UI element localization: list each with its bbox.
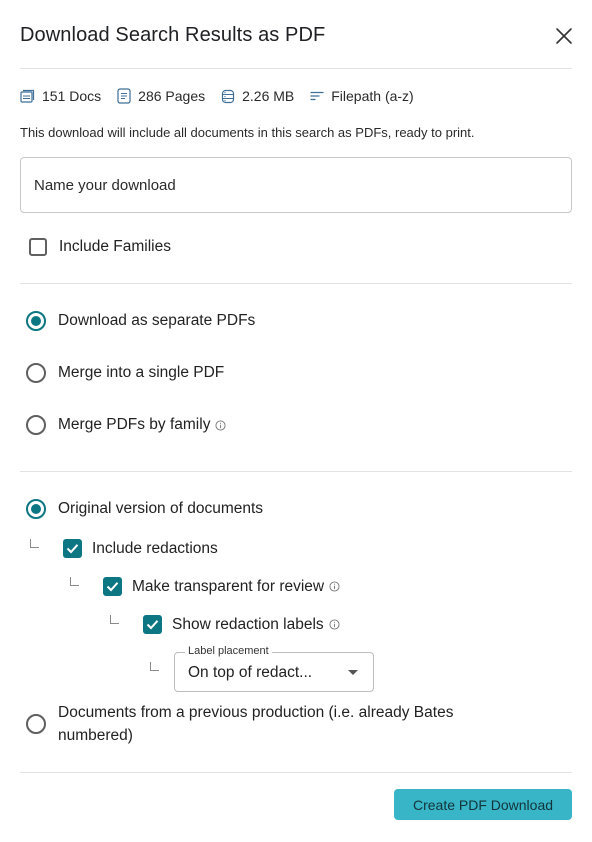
- pages-stat: 286 Pages: [117, 88, 205, 104]
- include-families-label: Include Families: [59, 238, 171, 255]
- header-divider: [20, 68, 572, 69]
- include-redactions-label: Include redactions: [92, 539, 218, 557]
- checkmark-icon: [146, 620, 159, 630]
- separate-pdfs-label: Download as separate PDFs: [58, 312, 256, 329]
- checkmark-icon: [106, 582, 119, 592]
- documents-icon: [20, 89, 35, 103]
- docs-count: 151 Docs: [42, 88, 102, 104]
- tree-connector: [110, 615, 119, 624]
- section-divider-1: [20, 283, 572, 284]
- size-value: 2.26 MB: [242, 88, 295, 104]
- include-redactions-option[interactable]: Include redactions: [63, 539, 218, 558]
- info-icon[interactable]: [329, 581, 340, 592]
- checkmark-icon: [66, 544, 79, 554]
- merge-family-label: Merge PDFs by family: [58, 416, 211, 433]
- page-icon: [117, 88, 131, 104]
- radio-option-merge-single[interactable]: Merge into a single PDF: [26, 363, 224, 383]
- merge-family-radio[interactable]: [26, 415, 46, 435]
- label-placement-legend: Label placement: [185, 645, 272, 657]
- info-icon[interactable]: [215, 419, 226, 431]
- previous-production-radio[interactable]: [26, 714, 46, 734]
- tree-connector: [30, 539, 39, 548]
- stats-bar: 151 Docs 286 Pages 2.26 MB Filepath (a-z…: [20, 86, 430, 106]
- download-name-input[interactable]: [20, 157, 572, 213]
- section-divider-2: [20, 471, 572, 472]
- separate-pdfs-radio[interactable]: [26, 311, 46, 331]
- info-icon[interactable]: [329, 619, 340, 630]
- include-families-option[interactable]: Include Families: [29, 238, 171, 256]
- label-placement-value: On top of redact...: [188, 664, 313, 681]
- show-labels-option[interactable]: Show redaction labels: [143, 615, 340, 634]
- include-families-checkbox[interactable]: [29, 238, 47, 256]
- merge-single-radio[interactable]: [26, 363, 46, 383]
- make-transparent-label: Make transparent for review: [132, 577, 325, 595]
- show-labels-checkbox[interactable]: [143, 615, 162, 634]
- sort-icon: [310, 91, 324, 101]
- database-icon: [222, 89, 235, 103]
- original-version-radio[interactable]: [26, 499, 46, 519]
- show-labels-label: Show redaction labels: [172, 615, 324, 633]
- tree-connector: [70, 577, 79, 586]
- close-button[interactable]: [552, 24, 576, 48]
- tree-connector: [150, 662, 159, 671]
- sort-stat: Filepath (a-z): [310, 88, 414, 104]
- download-description: This download will include all documents…: [20, 125, 475, 140]
- size-stat: 2.26 MB: [221, 88, 294, 104]
- docs-stat: 151 Docs: [20, 88, 101, 104]
- sort-value: Filepath (a-z): [331, 88, 414, 104]
- dropdown-caret-icon: [348, 670, 358, 675]
- label-placement-select[interactable]: Label placement On top of redact...: [174, 645, 374, 692]
- pages-count: 286 Pages: [138, 88, 206, 104]
- make-transparent-option[interactable]: Make transparent for review: [103, 577, 340, 596]
- radio-option-original-version[interactable]: Original version of documents: [26, 499, 263, 519]
- close-icon: [556, 28, 572, 44]
- previous-production-label: Documents from a previous production (i.…: [58, 704, 454, 744]
- radio-option-separate-pdfs[interactable]: Download as separate PDFs: [26, 311, 255, 331]
- radio-option-previous-production[interactable]: [26, 714, 46, 734]
- dialog-title: Download Search Results as PDF: [20, 24, 326, 46]
- create-pdf-download-button[interactable]: Create PDF Download: [394, 789, 572, 820]
- original-version-label: Original version of documents: [58, 500, 264, 517]
- merge-single-label: Merge into a single PDF: [58, 364, 225, 381]
- make-transparent-checkbox[interactable]: [103, 577, 122, 596]
- radio-option-merge-family[interactable]: Merge PDFs by family: [26, 415, 226, 435]
- footer-divider: [20, 772, 572, 773]
- include-redactions-checkbox[interactable]: [63, 539, 82, 558]
